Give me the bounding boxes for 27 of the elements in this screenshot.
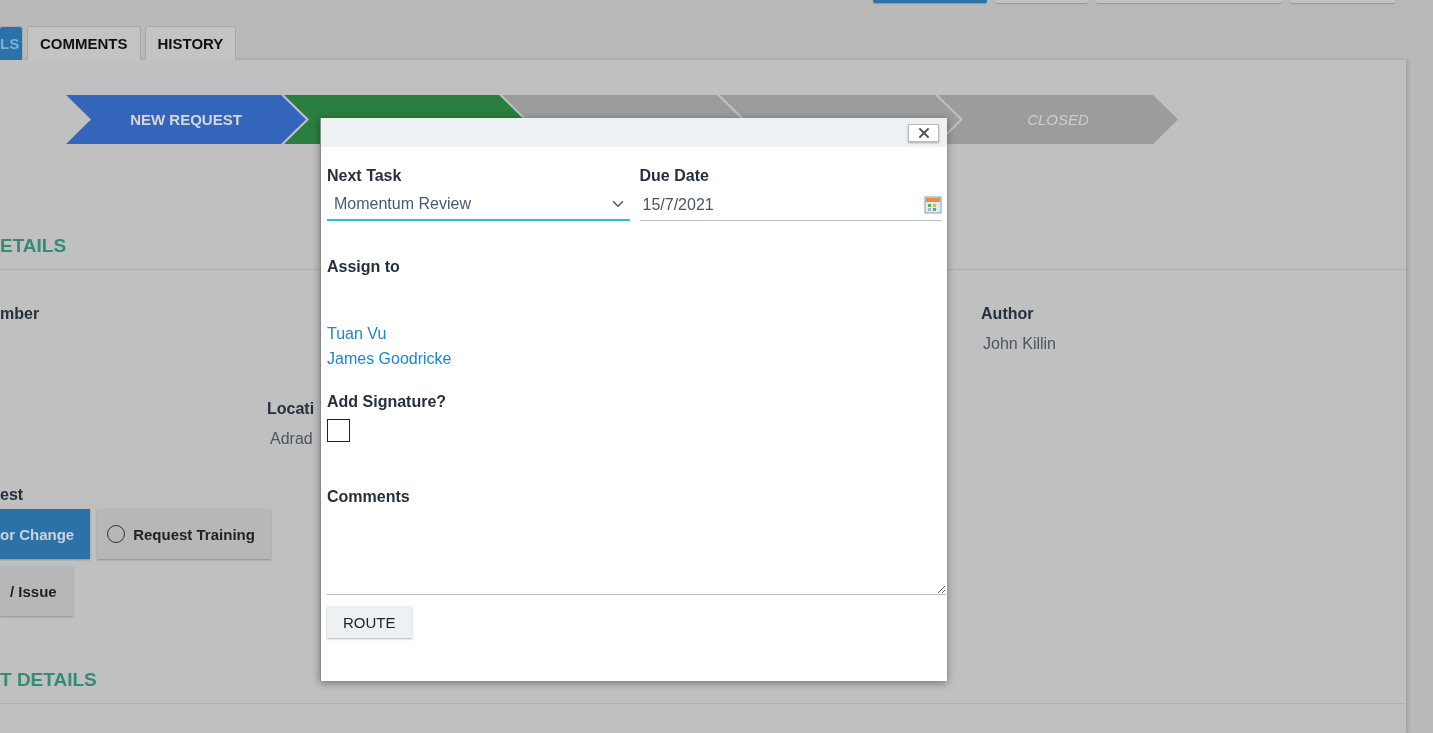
assignee-link[interactable]: James Goodricke <box>327 346 452 371</box>
due-date-field[interactable]: 15/7/2021 <box>639 189 942 221</box>
tab[interactable]: COMMENTS <box>27 26 141 60</box>
section-heading: T DETAILS <box>0 669 97 692</box>
signature-checkbox[interactable] <box>327 419 350 442</box>
field-label: Due Date <box>639 167 710 185</box>
section-heading: ETAILS <box>0 235 67 258</box>
field-label: est <box>0 486 24 504</box>
field-label: Assign to <box>327 258 401 276</box>
field-label: Comments <box>327 488 411 506</box>
request-option[interactable]: Request Training <box>97 509 271 559</box>
assignee-link[interactable]: Tuan Vu <box>327 321 387 346</box>
field-value: John Killin <box>983 335 1056 353</box>
field-label: Author <box>981 305 1035 323</box>
calendar-icon[interactable] <box>924 195 942 214</box>
close-button[interactable] <box>908 123 939 142</box>
field-label: Locati <box>267 400 316 418</box>
field-label: mber <box>0 305 40 324</box>
field-label: Add Signature? <box>327 393 448 411</box>
field-label: Next Task <box>327 167 403 185</box>
request-option[interactable]: / Issue <box>0 566 73 616</box>
toolbar-button[interactable] <box>873 0 987 3</box>
stage-chevron: NEW REQUEST <box>66 95 306 144</box>
tab[interactable]: HISTORY <box>144 26 237 60</box>
field-value: Adrad <box>270 430 314 448</box>
next-task-dropdown[interactable]: Momentum Review <box>327 189 630 221</box>
route-button[interactable]: ROUTE <box>327 606 412 638</box>
